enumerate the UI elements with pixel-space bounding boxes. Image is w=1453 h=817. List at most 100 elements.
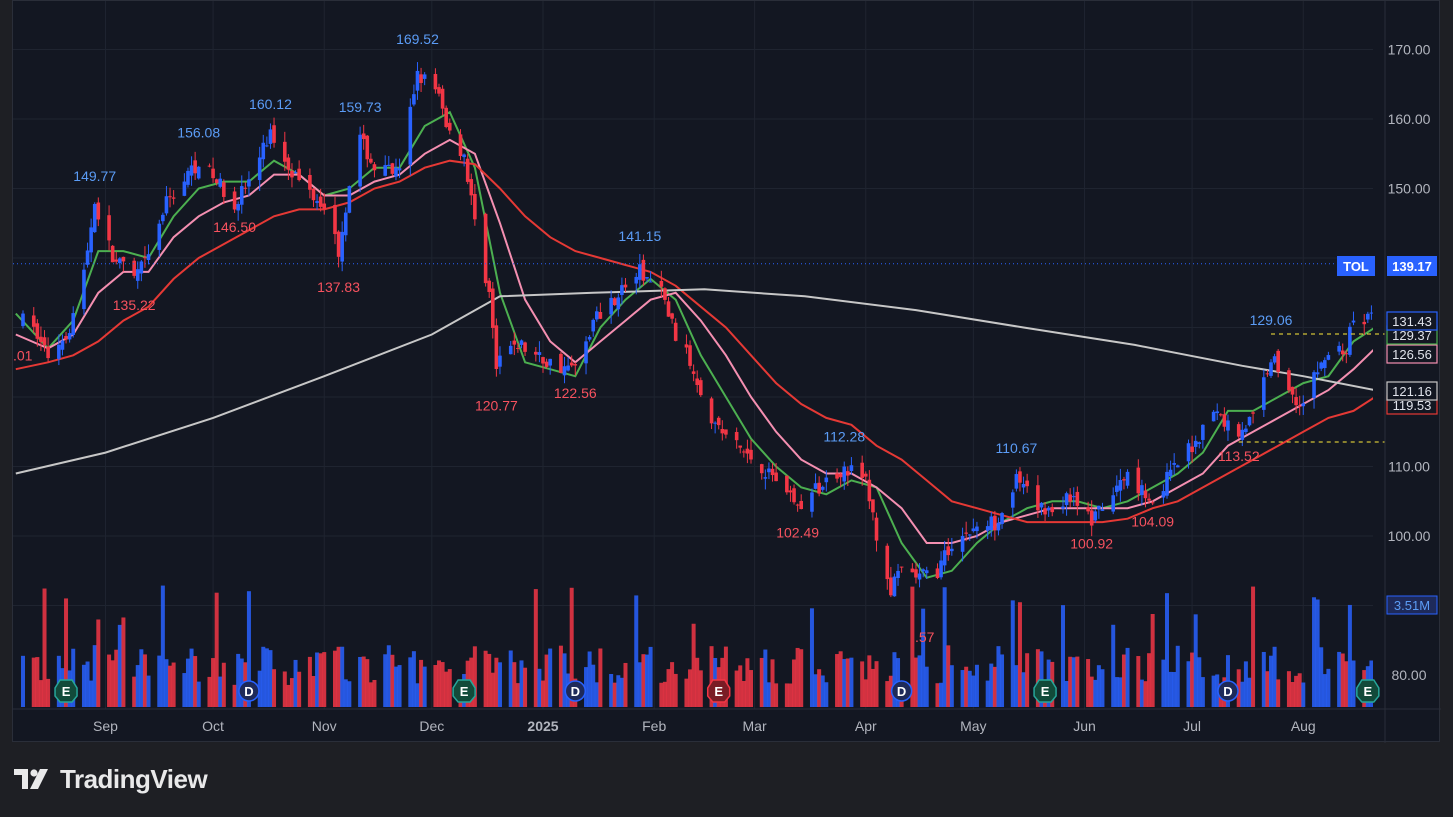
volume-bar — [666, 669, 671, 707]
candle-body — [415, 70, 420, 91]
candle-body — [541, 357, 545, 364]
candle-body — [1143, 490, 1148, 499]
candle-body — [666, 301, 671, 317]
volume-bar — [114, 649, 119, 707]
candle-body — [247, 179, 251, 187]
event-letter: E — [460, 684, 469, 699]
candle-body — [494, 325, 499, 369]
volume-bar — [698, 670, 703, 707]
candle-body — [110, 245, 115, 263]
candle-body — [673, 322, 678, 341]
volume-bar — [1197, 657, 1202, 707]
dividend-marker: D — [238, 680, 260, 702]
chart-panel[interactable]: 149.77 135.22 156.08 146.50 160.12 137.83 159.… — [12, 0, 1441, 743]
candle-body — [1172, 463, 1176, 465]
event-letter: D — [244, 684, 253, 699]
candle-body — [1226, 420, 1230, 431]
candle-body — [1043, 508, 1047, 515]
candle-body — [60, 340, 65, 350]
candle-body — [1000, 513, 1004, 525]
brand-name: TradingView — [60, 763, 208, 794]
volume-bar — [340, 646, 345, 707]
candle-body — [569, 362, 574, 366]
price-label: 141.15 — [618, 228, 661, 244]
volume-bar — [487, 653, 492, 707]
volume-bar — [670, 662, 675, 707]
y-tick-label: 110.00 — [1388, 459, 1430, 475]
price-label: 169.52 — [396, 31, 439, 47]
candle-body — [1064, 493, 1069, 506]
candle-body — [71, 313, 76, 335]
volume-bar — [272, 669, 277, 707]
candle-body — [1150, 502, 1155, 504]
candle-body — [1301, 403, 1306, 407]
volume-bar — [1243, 661, 1248, 707]
price-labels: 149.77 135.22 156.08 146.50 160.12 137.83 159.… — [13, 31, 1293, 645]
candle-body — [265, 145, 269, 147]
candle-body — [889, 577, 893, 596]
volume-bar — [738, 665, 743, 707]
candle-body — [1312, 372, 1316, 398]
candle-body — [186, 170, 190, 185]
volume-bar — [845, 658, 850, 707]
candle-body — [1175, 465, 1180, 468]
volume-bar — [368, 682, 373, 707]
volume-bar — [347, 681, 352, 707]
volume-bar — [372, 679, 377, 707]
candle-body — [1061, 506, 1065, 509]
price-chart[interactable]: 149.77 135.22 156.08 146.50 160.12 137.83 159.… — [13, 1, 1441, 743]
candle-body — [369, 158, 373, 163]
brand[interactable]: TradingView — [14, 763, 208, 795]
candle-body — [1315, 372, 1320, 375]
candle-body — [899, 566, 904, 568]
volume-bar — [411, 651, 416, 707]
candle-body — [340, 231, 344, 262]
candle-body — [390, 163, 395, 174]
symbol-label: TOL — [1343, 259, 1369, 274]
candle-body — [1215, 411, 1220, 414]
volume-bar — [842, 659, 847, 707]
volume-bar — [784, 683, 789, 707]
volume-bar — [386, 645, 391, 707]
price-label: 137.83 — [317, 279, 360, 295]
volume-bar — [1017, 602, 1022, 707]
candle-body — [322, 203, 327, 210]
volume-bar — [185, 658, 190, 707]
candle-body — [964, 532, 968, 534]
candle-body — [544, 361, 549, 367]
candle-body — [638, 264, 642, 280]
volume-bar — [182, 673, 187, 707]
candle-body — [924, 570, 929, 574]
volume-bar — [311, 676, 316, 707]
candle-body — [286, 157, 291, 170]
candle-body — [849, 465, 854, 471]
volume-bar — [1010, 600, 1015, 707]
candle-body — [917, 573, 922, 580]
candle-body — [749, 449, 753, 460]
volume-bar — [523, 667, 528, 707]
volume-bar — [537, 668, 542, 707]
candle-body — [383, 165, 388, 176]
volume-bar — [1344, 661, 1349, 707]
candle-body — [85, 250, 90, 265]
candle-body — [268, 129, 273, 144]
volume-bar — [1337, 651, 1342, 707]
y-tick-label: 150.00 — [1388, 181, 1431, 197]
volume-bar — [795, 647, 800, 707]
y-tick-label: 160.00 — [1388, 111, 1431, 127]
event-letter: E — [1041, 684, 1050, 699]
candle-body — [447, 122, 452, 131]
volume-bar — [1340, 653, 1345, 707]
volume-bar — [393, 666, 398, 707]
candle-body — [397, 168, 402, 171]
price-label: 149.77 — [73, 168, 116, 184]
volume-bar — [157, 655, 162, 707]
candle-body — [1294, 397, 1298, 406]
candle-body — [1244, 428, 1248, 433]
candle-body — [616, 297, 621, 310]
volume-bar — [949, 665, 954, 707]
candle-body — [121, 256, 126, 262]
volume-bar — [358, 656, 363, 707]
candle-body — [1351, 320, 1356, 323]
volume-bar — [1301, 682, 1306, 707]
